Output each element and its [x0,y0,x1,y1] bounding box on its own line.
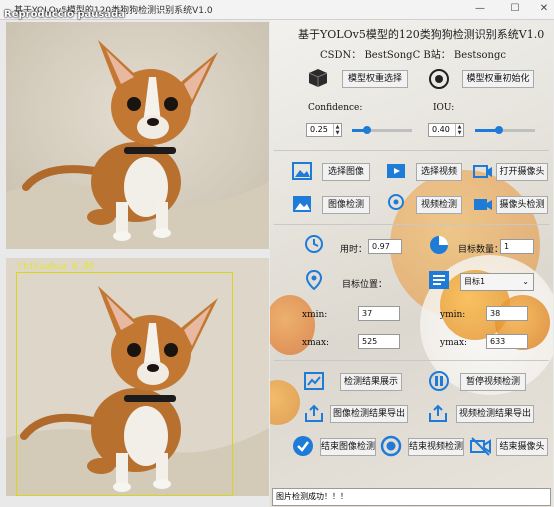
xmin-value: 37 [358,306,400,321]
chevron-down-icon: ⌄ [522,277,529,286]
end-camera-button[interactable]: 结束摄像头 [496,438,548,456]
image-detect-icon [293,196,311,212]
panel-title: 基于YOLOv5模型的120类狗狗检测识别系统V1.0 [298,28,545,41]
pause-icon [429,371,449,391]
ymin-value: 38 [486,306,528,321]
author-info: CSDN： BestSongC B站： Bestsongc [320,50,506,61]
close-button[interactable]: ✕ [536,2,552,16]
image-icon [292,162,312,180]
divider [274,150,549,151]
show-result-button[interactable]: 检测结果展示 [340,373,402,391]
status-bar: 图片检测成功！！！ [272,488,551,506]
target-icon [429,69,449,89]
fruit-decor [270,380,300,425]
target-select[interactable]: 目标1 ⌄ [460,273,534,291]
position-label: 目标位置： [342,280,388,290]
ymin-label: ymin: [440,310,466,320]
time-value: 0.97 [368,239,402,254]
cube-icon [308,69,328,87]
camera-detect-icon [474,199,492,210]
model-select-button[interactable]: 模型权重选择 [342,70,408,88]
confidence-value: 0.25 [310,125,328,134]
xmin-label: xmin: [302,310,328,320]
playback-overlay-text: Reproduccio pausada [4,9,125,20]
iou-label: IOU: [433,103,455,113]
export-image-result-button[interactable]: 图像检测结果导出 [330,405,408,423]
select-image-button[interactable]: 选择图像 [322,163,370,181]
maximize-button[interactable]: ☐ [507,2,523,16]
chart-icon [304,372,324,390]
time-label: 用时： [340,245,368,255]
dog-photo [6,22,269,249]
select-video-button[interactable]: 选择视频 [416,163,462,181]
pause-video-button[interactable]: 暂停视频检测 [460,373,526,391]
location-pin-icon [306,270,322,290]
confidence-slider[interactable] [352,126,412,134]
export-icon [429,404,447,422]
end-video-detect-button[interactable]: 结束视频检测 [408,438,464,456]
confidence-label: Confidence: [308,103,363,113]
iou-slider[interactable] [475,126,535,134]
count-value: 1 [500,239,534,254]
detection-bounding-box [16,272,233,496]
webcam-icon [388,194,404,210]
confidence-spinbox[interactable]: 0.25 ▲ ▼ [306,123,342,137]
iou-slider-handle[interactable] [495,126,503,134]
stop-circle-icon [380,435,402,457]
check-circle-icon [293,436,313,456]
target-list-icon [429,271,449,289]
xmax-label: xmax: [302,338,330,348]
video-detect-button[interactable]: 视频检测 [416,196,462,214]
target-select-value: 目标1 [464,277,486,286]
iou-spinbox[interactable]: 0.40 ▲ ▼ [428,123,464,137]
iou-value: 0.40 [432,125,450,134]
xmax-value: 525 [358,334,400,349]
pie-icon [430,236,448,254]
end-image-detect-button[interactable]: 结束图像检测 [320,438,376,456]
spin-arrows-icon[interactable]: ▲ ▼ [333,124,341,136]
spin-arrows-icon[interactable]: ▲ ▼ [455,124,463,136]
original-image-pane [6,22,269,249]
image-detect-button[interactable]: 图像检测 [322,196,370,214]
export-icon [305,404,323,422]
export-video-result-button[interactable]: 视频检测结果导出 [456,405,534,423]
model-init-button[interactable]: 模型权重初始化 [462,70,534,88]
detection-result-pane: Chihuahua 0.80 [6,258,269,496]
open-camera-button[interactable]: 打开摄像头 [496,163,548,181]
camera-icon [473,165,492,178]
control-panel: 基于YOLOv5模型的120类狗狗检测识别系统V1.0 CSDN： BestSo… [270,20,553,507]
ymax-label: ymax: [440,338,468,348]
ymax-value: 633 [486,334,528,349]
minimize-button[interactable]: — [472,2,488,16]
divider [274,224,549,225]
divider [274,360,549,361]
count-label: 目标数量： [458,245,504,255]
clock-icon [305,235,323,253]
video-file-icon [387,164,405,178]
detection-class-label: Chihuahua 0.80 [18,262,94,272]
camera-detect-button[interactable]: 摄像头检测 [496,196,548,214]
camera-off-icon [470,437,491,456]
confidence-slider-handle[interactable] [363,126,371,134]
